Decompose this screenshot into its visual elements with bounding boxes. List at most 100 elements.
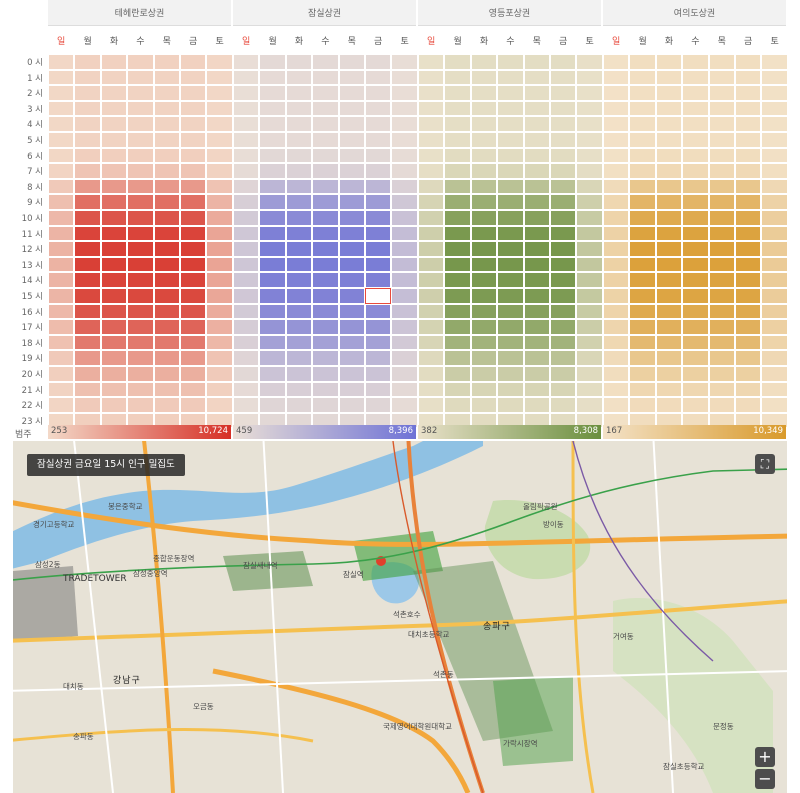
heatmap-cell[interactable] [207, 289, 232, 303]
heatmap-cell[interactable] [604, 101, 629, 116]
heatmap-cell[interactable] [524, 55, 549, 69]
heatmap-cell[interactable] [577, 382, 602, 397]
heatmap-cell[interactable] [313, 351, 338, 365]
heatmap-cell[interactable] [75, 148, 100, 163]
heatmap-cell[interactable] [656, 164, 682, 178]
heatmap-cell[interactable] [286, 351, 312, 365]
heatmap-cell[interactable] [471, 211, 497, 225]
heatmap-cell[interactable] [471, 195, 497, 209]
heatmap-cell[interactable] [313, 179, 338, 194]
heatmap-cell[interactable] [604, 117, 629, 131]
heatmap-cell[interactable] [498, 257, 523, 272]
heatmap-cell[interactable] [128, 257, 153, 272]
heatmap-cell[interactable] [551, 289, 576, 303]
heatmap-cell[interactable] [49, 257, 74, 272]
heatmap-cell[interactable] [709, 367, 734, 381]
heatmap-cell[interactable] [286, 179, 312, 194]
heatmap-cell[interactable] [339, 367, 364, 381]
heatmap-cell[interactable] [445, 382, 470, 397]
heatmap-cell[interactable] [234, 164, 259, 178]
heatmap-cell[interactable] [366, 304, 391, 319]
heatmap-cell[interactable] [524, 273, 549, 287]
heatmap-cell[interactable] [128, 367, 153, 381]
heatmap-cell[interactable] [419, 273, 444, 287]
heatmap-cell[interactable] [630, 133, 655, 147]
heatmap-cell[interactable] [419, 382, 444, 397]
heatmap-cell[interactable] [604, 148, 629, 163]
heatmap-cell[interactable] [154, 117, 179, 131]
heatmap-cell[interactable] [524, 304, 549, 319]
area-header-2[interactable]: 영등포상권 [418, 0, 601, 26]
heatmap-cell[interactable] [709, 242, 734, 256]
heatmap-cell[interactable] [234, 398, 259, 412]
heatmap-cell[interactable] [498, 335, 523, 350]
heatmap-cell[interactable] [234, 211, 259, 225]
heatmap-cell[interactable] [736, 257, 761, 272]
heatmap-cell[interactable] [49, 148, 74, 163]
heatmap-cell[interactable] [445, 164, 470, 178]
heatmap-cell[interactable] [339, 117, 364, 131]
heatmap-cell[interactable] [498, 211, 523, 225]
heatmap-cell[interactable] [524, 148, 549, 163]
heatmap-cell[interactable] [49, 335, 74, 350]
heatmap-cell[interactable] [498, 320, 523, 334]
heatmap-cell[interactable] [419, 164, 444, 178]
heatmap-cell[interactable] [392, 367, 417, 381]
heatmap-cell[interactable] [604, 242, 629, 256]
heatmap-cell[interactable] [181, 289, 206, 303]
heatmap-cell[interactable] [762, 382, 787, 397]
heatmap-cell[interactable] [154, 164, 179, 178]
heatmap-cell[interactable] [762, 226, 787, 241]
heatmap-cell[interactable] [101, 320, 127, 334]
heatmap-cell[interactable] [313, 117, 338, 131]
heatmap-cell[interactable] [762, 257, 787, 272]
heatmap-cell[interactable] [471, 179, 497, 194]
heatmap-cell[interactable] [498, 273, 523, 287]
heatmap-cell[interactable] [234, 226, 259, 241]
heatmap-cell[interactable] [207, 242, 232, 256]
heatmap-cell[interactable] [392, 335, 417, 350]
heatmap-cell[interactable] [419, 335, 444, 350]
heatmap-cell[interactable] [656, 257, 682, 272]
heatmap-cell[interactable] [286, 86, 312, 100]
heatmap-cell[interactable] [75, 242, 100, 256]
heatmap-cell[interactable] [630, 367, 655, 381]
heatmap-cell[interactable] [683, 367, 708, 381]
heatmap-cell[interactable] [181, 148, 206, 163]
heatmap-cell[interactable] [551, 320, 576, 334]
heatmap-cell[interactable] [709, 164, 734, 178]
heatmap-cell[interactable] [683, 382, 708, 397]
heatmap-cell[interactable] [128, 382, 153, 397]
zoom-in-button[interactable]: + [755, 747, 775, 767]
heatmap-cell[interactable] [366, 164, 391, 178]
heatmap-cell[interactable] [366, 367, 391, 381]
heatmap-cell[interactable] [445, 70, 470, 85]
heatmap-cell[interactable] [656, 86, 682, 100]
heatmap-cell[interactable] [471, 335, 497, 350]
heatmap-cell[interactable] [762, 101, 787, 116]
heatmap-cell[interactable] [683, 211, 708, 225]
heatmap-cell[interactable] [128, 117, 153, 131]
heatmap-cell[interactable] [471, 273, 497, 287]
heatmap-cell[interactable] [471, 257, 497, 272]
heatmap-cell[interactable] [366, 226, 391, 241]
heatmap-cell[interactable] [286, 164, 312, 178]
heatmap-cell[interactable] [551, 117, 576, 131]
heatmap-cell[interactable] [234, 335, 259, 350]
heatmap-cell[interactable] [260, 101, 285, 116]
heatmap-cell[interactable] [181, 382, 206, 397]
heatmap-cell[interactable] [604, 367, 629, 381]
heatmap-cell[interactable] [234, 257, 259, 272]
heatmap-cell[interactable] [498, 304, 523, 319]
heatmap-cell[interactable] [709, 211, 734, 225]
heatmap-cell[interactable] [709, 257, 734, 272]
heatmap-cell[interactable] [339, 226, 364, 241]
heatmap-cell[interactable] [181, 211, 206, 225]
heatmap-cell[interactable] [313, 289, 338, 303]
heatmap-cell[interactable] [339, 55, 364, 69]
heatmap-cell[interactable] [392, 273, 417, 287]
heatmap-cell[interactable] [75, 351, 100, 365]
heatmap-cell[interactable] [524, 195, 549, 209]
heatmap-cell[interactable] [286, 382, 312, 397]
heatmap-cell[interactable] [260, 195, 285, 209]
